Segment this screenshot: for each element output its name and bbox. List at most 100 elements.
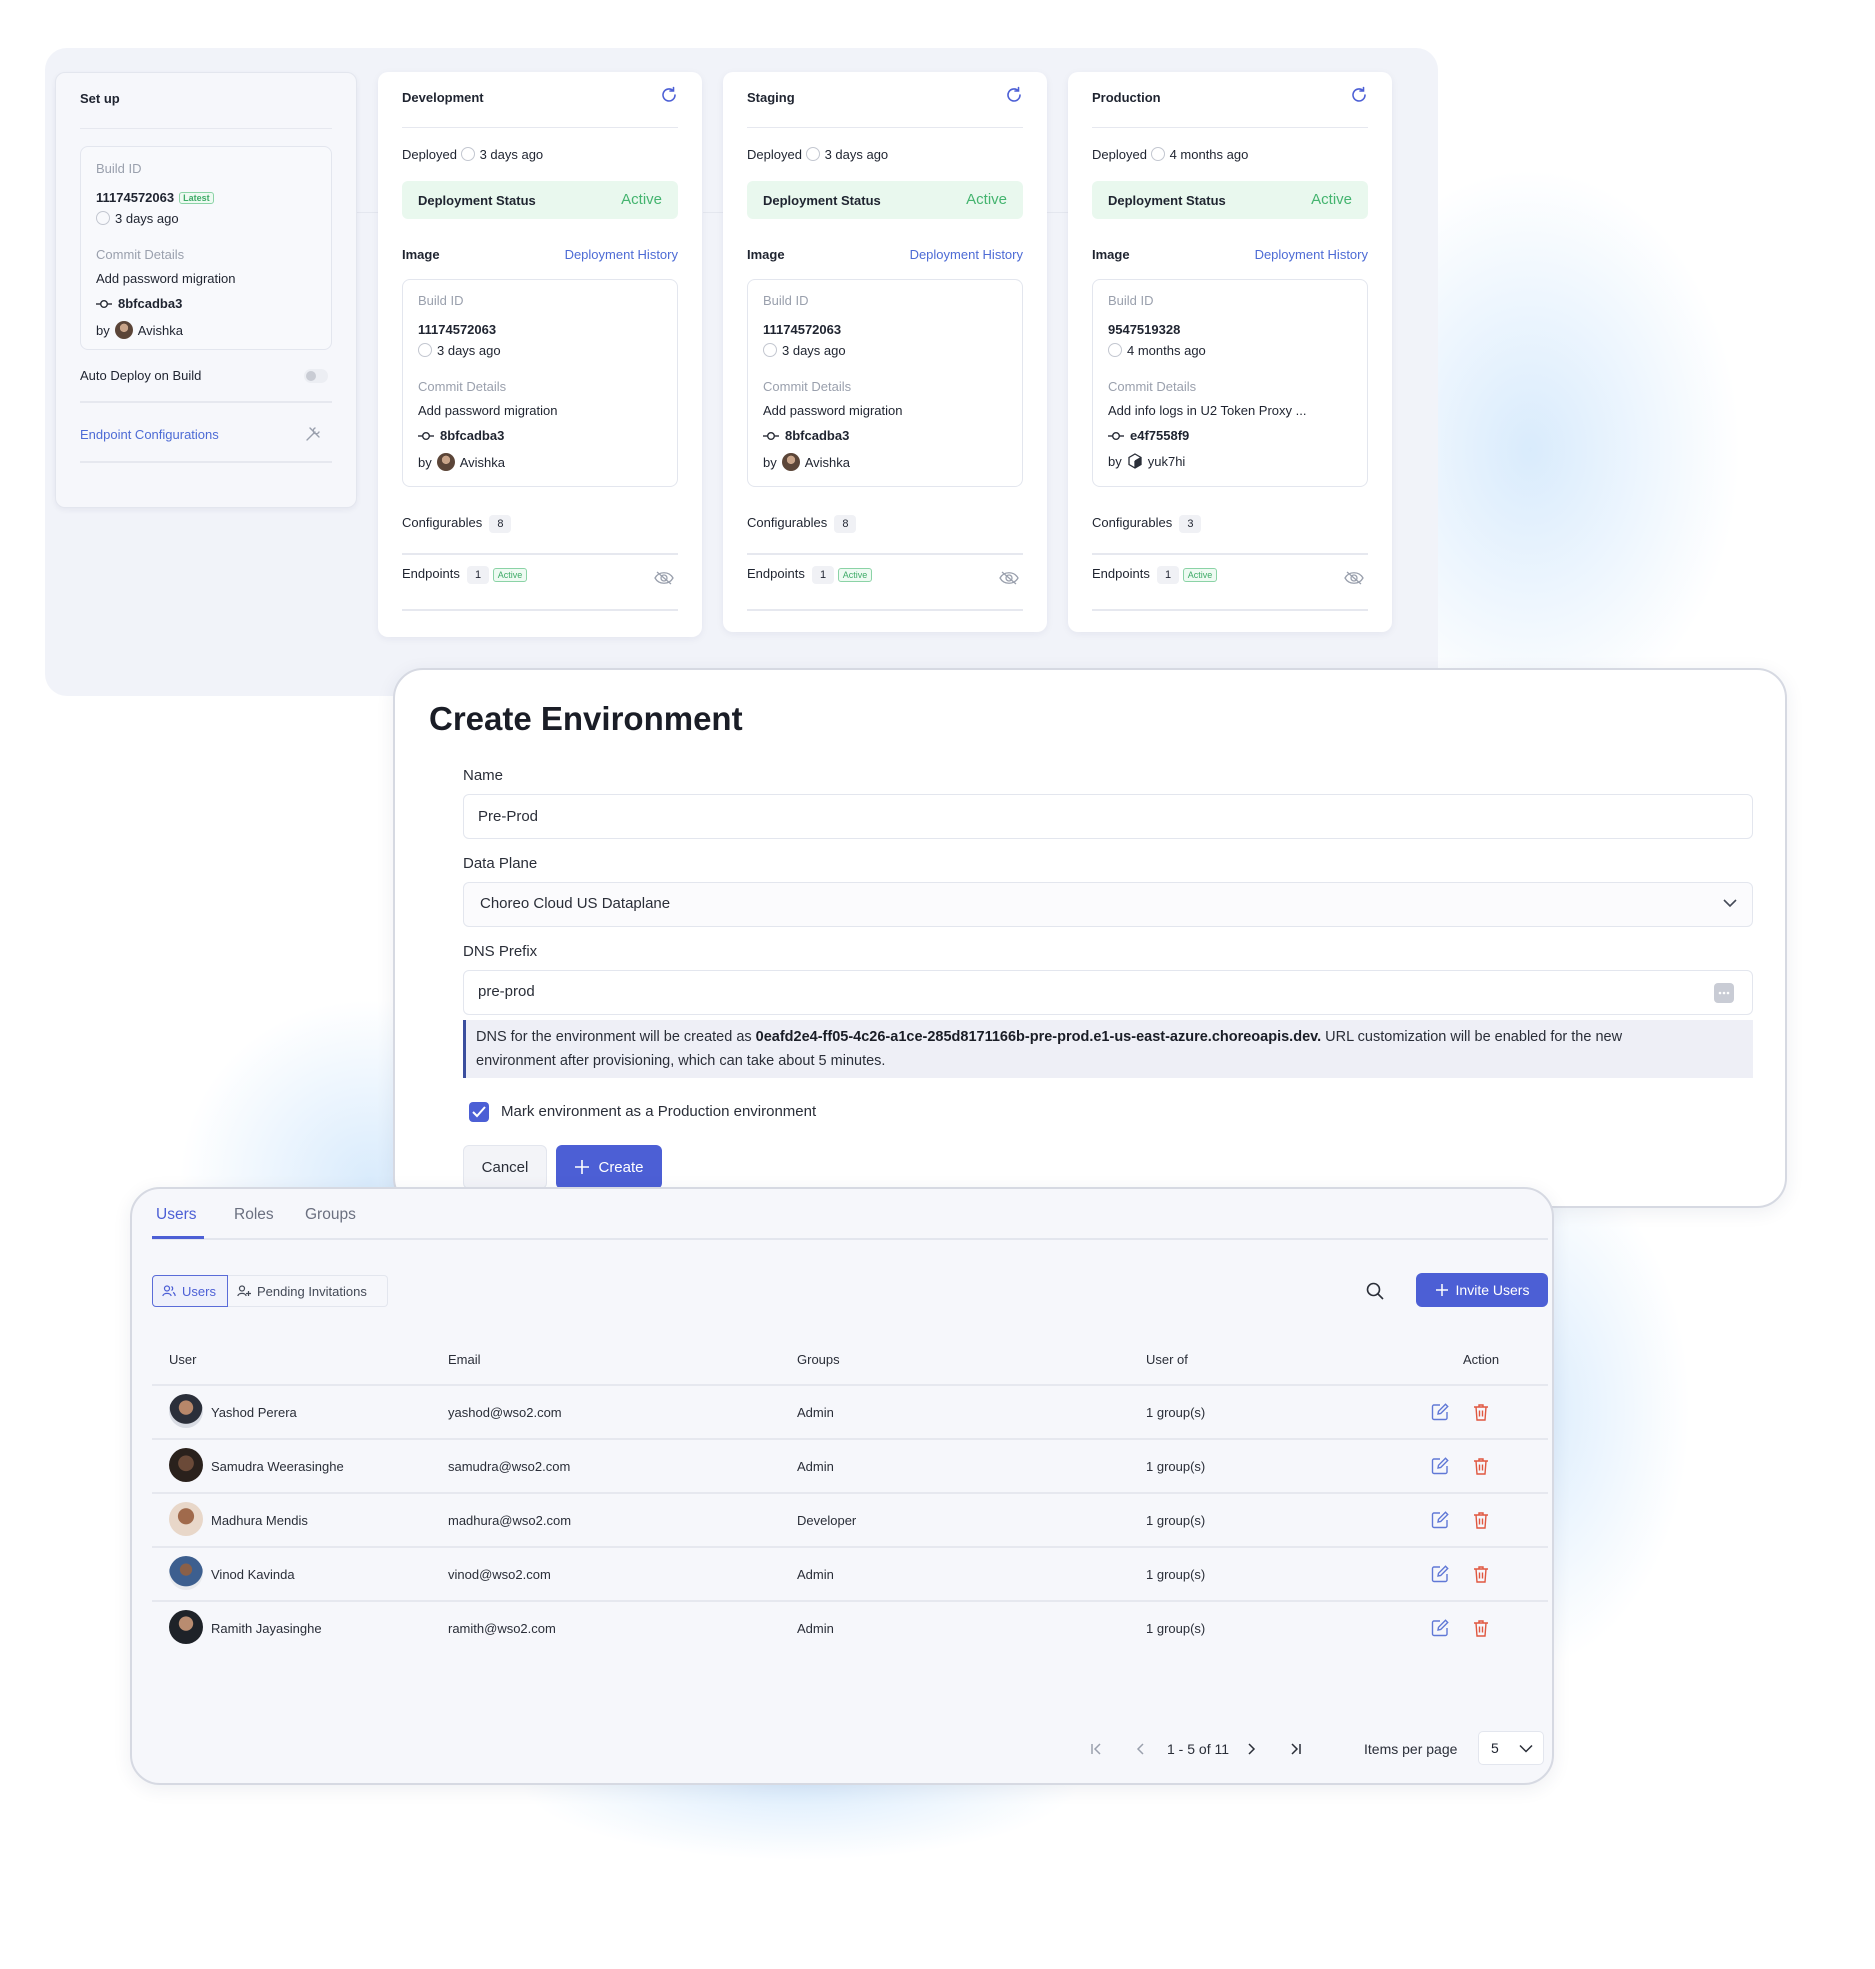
view-icon[interactable] — [999, 570, 1019, 586]
user-name: Ramith Jayasinghe — [211, 1621, 322, 1636]
delete-icon[interactable] — [1471, 1510, 1491, 1530]
divider — [747, 553, 1023, 555]
filter-users-button[interactable]: Users — [152, 1275, 228, 1307]
user-email: ramith@wso2.com — [448, 1621, 556, 1636]
cancel-button[interactable]: Cancel — [463, 1145, 547, 1189]
env-card-production: Production Deployed 4 months ago Deploym… — [1068, 72, 1392, 632]
commit-author-row: by Avishka — [96, 321, 184, 339]
avatar — [169, 1502, 203, 1536]
view-icon[interactable] — [1344, 570, 1364, 586]
info-text-line2: environment after provisioning, which ca… — [476, 1053, 886, 1069]
divider — [747, 609, 1023, 611]
deployment-status-bar: Deployment Status Active — [747, 181, 1023, 219]
view-icon[interactable] — [654, 570, 674, 586]
build-time: 3 days ago — [418, 343, 501, 358]
endpoints-status-badge: Active — [837, 568, 873, 582]
deployment-status-label: Deployment Status — [1108, 193, 1226, 208]
tab-roles[interactable]: Roles — [234, 1206, 274, 1224]
build-time: 4 months ago — [1108, 343, 1206, 358]
edit-icon[interactable] — [1430, 1402, 1450, 1422]
endpoint-configurations-link[interactable]: Endpoint Configurations — [80, 427, 219, 442]
tabs-divider — [152, 1238, 1548, 1240]
password-manager-icon[interactable] — [1714, 983, 1734, 1003]
setup-title: Set up — [80, 91, 332, 129]
build-id-label: Build ID — [1108, 293, 1154, 308]
row-divider — [152, 1438, 1548, 1440]
production-checkbox[interactable] — [469, 1102, 489, 1122]
tab-users[interactable]: Users — [156, 1206, 196, 1224]
prev-page-icon[interactable] — [1134, 1742, 1148, 1756]
col-header-user: User — [169, 1352, 197, 1367]
clock-icon — [460, 147, 475, 161]
deployment-history-link[interactable]: Deployment History — [910, 247, 1023, 262]
edit-icon[interactable] — [1430, 1564, 1450, 1584]
commit-icon — [1108, 432, 1124, 440]
data-plane-select[interactable]: Choreo Cloud US Dataplane — [463, 882, 1753, 927]
next-page-icon[interactable] — [1244, 1742, 1258, 1756]
col-header-email: Email — [448, 1352, 481, 1367]
delete-icon[interactable] — [1471, 1618, 1491, 1638]
env-card-development: Development Deployed 3 days ago Deployme… — [378, 72, 702, 637]
env-card-staging: Staging Deployed 3 days ago Deployment S… — [723, 72, 1047, 632]
edit-icon[interactable] — [1430, 1618, 1450, 1638]
env-title: Development — [402, 86, 678, 128]
endpoints-status-badge: Active — [1182, 568, 1218, 582]
commit-hash-row: e4f7558f9 — [1108, 428, 1189, 443]
author-name: yuk7hi — [1147, 454, 1186, 469]
deployment-history-link[interactable]: Deployment History — [565, 247, 678, 262]
refresh-icon[interactable] — [660, 86, 678, 104]
delete-icon[interactable] — [1471, 1456, 1491, 1476]
name-input[interactable] — [463, 794, 1753, 839]
refresh-icon[interactable] — [1350, 86, 1368, 104]
plus-icon — [1435, 1284, 1448, 1296]
image-build-box: Build ID 11174572063 3 days ago Commit D… — [747, 279, 1023, 487]
create-button[interactable]: Create — [556, 1145, 662, 1189]
edit-icon[interactable] — [1430, 1456, 1450, 1476]
filter-pending-button[interactable]: Pending Invitations — [228, 1275, 388, 1307]
deployed-row: Deployed 3 days ago — [747, 147, 889, 162]
chevron-down-icon — [1519, 1744, 1533, 1753]
active-tab-indicator — [152, 1236, 204, 1239]
last-page-icon[interactable] — [1289, 1742, 1303, 1756]
endpoints-row: Endpoints 1 Active — [1092, 566, 1218, 584]
deployment-history-link[interactable]: Deployment History — [1255, 247, 1368, 262]
pipeline-connector — [1047, 212, 1069, 213]
items-per-page-value: 5 — [1491, 1740, 1499, 1756]
user-groups: Admin — [797, 1567, 834, 1582]
endpoints-status-badge: Active — [492, 568, 528, 582]
author-avatar — [114, 321, 133, 339]
info-text-prefix: DNS for the environment will be created … — [476, 1029, 756, 1045]
avatar — [169, 1556, 203, 1590]
image-build-box: Build ID 9547519328 4 months ago Commit … — [1092, 279, 1368, 487]
search-icon[interactable] — [1365, 1281, 1385, 1301]
plus-icon — [575, 1160, 590, 1174]
tools-icon[interactable] — [304, 425, 322, 443]
deployed-time: 4 months ago — [1169, 147, 1249, 162]
tab-groups[interactable]: Groups — [305, 1206, 356, 1224]
items-per-page-select[interactable]: 5 — [1478, 1731, 1544, 1765]
configurables-count: 8 — [489, 515, 512, 533]
edit-icon[interactable] — [1430, 1510, 1450, 1530]
env-title: Staging — [747, 86, 1023, 128]
divider — [1092, 609, 1368, 611]
dns-prefix-input[interactable]: pre-prod — [463, 970, 1753, 1015]
col-header-action: Action — [1463, 1352, 1500, 1367]
auto-deploy-toggle[interactable] — [304, 369, 328, 383]
delete-icon[interactable] — [1471, 1402, 1491, 1422]
avatar — [169, 1610, 203, 1644]
user-groups: Admin — [797, 1459, 834, 1474]
commit-hash-row: 8bfcadba3 — [763, 428, 849, 443]
endpoints-row: Endpoints 1 Active — [747, 566, 873, 584]
delete-icon[interactable] — [1471, 1564, 1491, 1584]
first-page-icon[interactable] — [1089, 1742, 1103, 1756]
refresh-icon[interactable] — [1005, 86, 1023, 104]
configurables-count: 8 — [834, 515, 857, 533]
data-plane-value: Choreo Cloud US Dataplane — [480, 895, 671, 912]
user-name: Yashod Perera — [211, 1405, 297, 1420]
deployment-status-label: Deployment Status — [418, 193, 536, 208]
commit-hash-row: 8bfcadba3 — [96, 296, 182, 311]
latest-build-box: Build ID 11174572063 Latest 3 days ago Co… — [80, 146, 332, 350]
invite-users-button[interactable]: Invite Users — [1416, 1273, 1548, 1307]
author-name: Avishka — [137, 323, 184, 338]
users-icon — [162, 1285, 176, 1297]
